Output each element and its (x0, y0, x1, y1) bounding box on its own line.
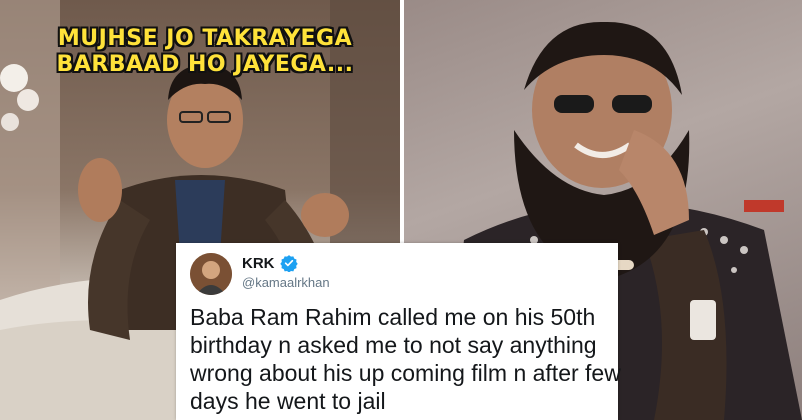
tweet-author-name[interactable]: KRK (242, 255, 275, 272)
tweet-text: Baba Ram Rahim called me on his 50th bir… (190, 303, 621, 415)
caption-line-1: MUJHSE JO TAKRAYEGA (57, 26, 353, 51)
caption-line-2: BARBAAD HO JAYEGA... (56, 52, 354, 77)
meme-caption: MUJHSE JO TAKRAYEGA BARBAAD HO JAYEGA... (40, 26, 370, 78)
tweet-card: KRK @kamaalrkhan Baba Ram Rahim called m… (176, 243, 621, 420)
tweet-header: KRK @kamaalrkhan (190, 253, 604, 295)
tweet-text-line: wrong about his up coming film n after f… (190, 360, 621, 386)
tweet-author-handle[interactable]: @kamaalrkhan (242, 275, 330, 290)
meme-image: MUJHSE JO TAKRAYEGA BARBAAD HO JAYEGA... (0, 0, 802, 420)
profile-avatar[interactable] (190, 253, 232, 295)
tweet-text-line: days he went to jail (190, 388, 386, 414)
tweet-text-line: Baba Ram Rahim called me on his 50th (190, 304, 596, 330)
verified-badge-icon (280, 254, 298, 273)
tweet-text-line: birthday n asked me to not say anything (190, 332, 597, 358)
avatar-image (190, 253, 232, 295)
